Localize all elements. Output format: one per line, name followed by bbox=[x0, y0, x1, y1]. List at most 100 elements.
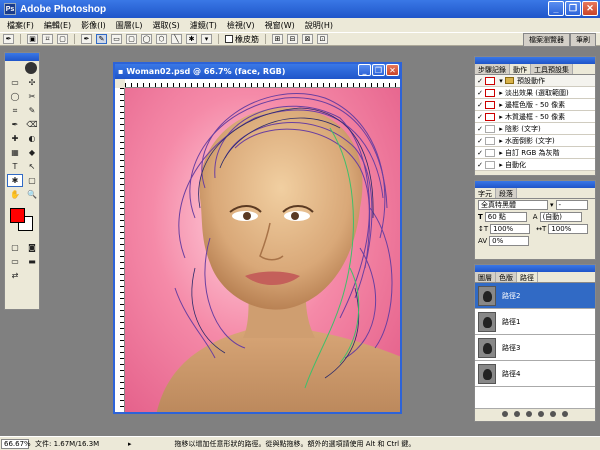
brush-tool-icon[interactable]: ✒ bbox=[7, 118, 23, 131]
jump-to-imageready-icon[interactable]: ⇄ bbox=[7, 269, 23, 282]
tab-channels[interactable]: 色版 bbox=[496, 272, 517, 282]
font-family-select[interactable]: 全真特黑體 bbox=[478, 200, 548, 210]
chevron-down-icon[interactable]: ▾ bbox=[201, 34, 212, 44]
checkbox-box[interactable] bbox=[225, 35, 233, 43]
paths-panel-header[interactable] bbox=[475, 265, 595, 272]
quick-mask-mode-icon[interactable]: ◙ bbox=[24, 241, 40, 254]
tab-actions[interactable]: 動作 bbox=[510, 64, 531, 74]
dialog-toggle-icon[interactable] bbox=[485, 160, 495, 169]
menu-select[interactable]: 選取(S) bbox=[147, 20, 184, 31]
action-row[interactable]: ✓ ▸ 淡出效果 (選取範圍) bbox=[475, 87, 595, 99]
document-minimize-button[interactable]: _ bbox=[358, 64, 371, 76]
menu-window[interactable]: 視窗(W) bbox=[260, 20, 300, 31]
standard-screen-mode-icon[interactable]: ▭ bbox=[7, 255, 23, 268]
exclude-path-area-icon[interactable]: ⊡ bbox=[317, 34, 328, 44]
shape-layers-icon[interactable]: ▣ bbox=[27, 34, 38, 44]
toggle-check-icon[interactable]: ✓ bbox=[475, 125, 485, 133]
dodge-tool-icon[interactable]: ◐ bbox=[24, 132, 40, 145]
foreground-color-swatch[interactable] bbox=[10, 208, 25, 223]
hand-tool-icon[interactable]: ✋ bbox=[7, 188, 23, 201]
menu-view[interactable]: 檢視(V) bbox=[222, 20, 260, 31]
marquee-tool-icon[interactable]: ▭ bbox=[7, 76, 23, 89]
toolbox-header[interactable] bbox=[5, 53, 39, 61]
toggle-check-icon[interactable]: ✓ bbox=[475, 113, 485, 121]
maximize-button[interactable]: ❐ bbox=[565, 1, 581, 16]
font-size-field[interactable]: 60 點 bbox=[484, 212, 527, 222]
menu-image[interactable]: 影像(I) bbox=[76, 20, 111, 31]
menu-filter[interactable]: 濾鏡(T) bbox=[185, 20, 222, 31]
toggle-check-icon[interactable]: ✓ bbox=[475, 77, 485, 85]
document-maximize-button[interactable]: ❐ bbox=[372, 64, 385, 76]
action-row[interactable]: ✓ ▸ 邊框色版 - 50 像素 bbox=[475, 99, 595, 111]
vertical-scale-field[interactable]: 100% bbox=[490, 224, 531, 234]
lasso-tool-icon[interactable]: ◯ bbox=[7, 90, 23, 103]
close-button[interactable]: ✕ bbox=[582, 1, 598, 16]
image-canvas[interactable] bbox=[125, 88, 400, 412]
horizontal-scale-field[interactable]: 100% bbox=[548, 224, 589, 234]
dialog-toggle-icon[interactable] bbox=[485, 76, 495, 85]
blur-tool-icon[interactable]: ◆ bbox=[24, 146, 40, 159]
expand-triangle-icon[interactable]: ▸ bbox=[497, 113, 505, 121]
tab-history[interactable]: 步驟記錄 bbox=[475, 64, 510, 74]
font-style-select[interactable]: - bbox=[555, 200, 588, 210]
tab-file-browser[interactable]: 檔案瀏覽器 bbox=[523, 33, 570, 47]
zoom-field[interactable]: 66.67% bbox=[1, 438, 31, 449]
menu-edit[interactable]: 編輯(E) bbox=[39, 20, 76, 31]
pen-tool-icon[interactable]: ✒ bbox=[81, 34, 92, 44]
healing-brush-tool-icon[interactable]: ✚ bbox=[7, 132, 23, 145]
standard-mode-icon[interactable]: ▢ bbox=[7, 241, 23, 254]
expand-triangle-icon[interactable]: ▸ bbox=[497, 89, 505, 97]
slice-tool-icon[interactable]: ✎ bbox=[24, 104, 40, 117]
menu-help[interactable]: 說明(H) bbox=[300, 20, 338, 31]
tracking-field[interactable]: 0% bbox=[489, 236, 530, 246]
crop-tool-icon[interactable]: ⌗ bbox=[7, 104, 23, 117]
new-path-icon[interactable] bbox=[550, 410, 556, 417]
document-close-button[interactable]: ✕ bbox=[386, 64, 399, 76]
menu-layer[interactable]: 圖層(L) bbox=[111, 20, 148, 31]
full-screen-mode-icon[interactable]: ▬ bbox=[24, 255, 40, 268]
path-selection-tool-icon[interactable]: ↖ bbox=[24, 160, 40, 173]
dialog-toggle-icon[interactable] bbox=[485, 100, 495, 109]
custom-shape-tool-icon[interactable]: ✱ bbox=[186, 34, 197, 44]
document-title-bar[interactable]: ▪ Woman02.psd @ 66.7% (face, RGB) _ ❐ ✕ bbox=[115, 64, 400, 79]
toggle-check-icon[interactable]: ✓ bbox=[475, 89, 485, 97]
expand-triangle-icon[interactable]: ▸ bbox=[497, 101, 505, 109]
eraser-tool-icon[interactable]: ⌫ bbox=[24, 118, 40, 131]
horizontal-ruler[interactable] bbox=[125, 79, 400, 88]
vertical-ruler[interactable] bbox=[115, 88, 125, 412]
action-row[interactable]: ✓ ▸ 木質邊框 - 50 像素 bbox=[475, 111, 595, 123]
dialog-toggle-icon[interactable] bbox=[485, 148, 495, 157]
rectangle-tool-icon[interactable]: ▭ bbox=[111, 34, 122, 44]
path-row[interactable]: 路徑2 bbox=[475, 283, 595, 309]
expand-triangle-icon[interactable]: ▸ bbox=[497, 149, 505, 157]
path-row[interactable]: 路徑4 bbox=[475, 361, 595, 387]
toggle-check-icon[interactable]: ✓ bbox=[475, 161, 485, 169]
dialog-toggle-icon[interactable] bbox=[485, 112, 495, 121]
actions-panel-header[interactable] bbox=[475, 57, 595, 64]
character-panel-header[interactable] bbox=[475, 181, 595, 188]
freeform-pen-preset-icon[interactable]: ✒ bbox=[3, 34, 14, 44]
expand-triangle-icon[interactable]: ▾ bbox=[497, 77, 505, 85]
action-row[interactable]: ✓ ▸ 自動化 bbox=[475, 159, 595, 171]
subtract-path-area-icon[interactable]: ⊟ bbox=[287, 34, 298, 44]
photoshop-eye-icon[interactable] bbox=[25, 62, 37, 74]
toggle-check-icon[interactable]: ✓ bbox=[475, 137, 485, 145]
paths-mode-icon[interactable]: ⌑ bbox=[42, 34, 53, 44]
toggle-check-icon[interactable]: ✓ bbox=[475, 101, 485, 109]
make-work-path-icon[interactable] bbox=[538, 410, 544, 417]
leading-field[interactable]: (自動) bbox=[539, 212, 582, 222]
tab-paragraph[interactable]: 段落 bbox=[496, 188, 517, 198]
path-row[interactable]: 路徑3 bbox=[475, 335, 595, 361]
expand-triangle-icon[interactable]: ▸ bbox=[497, 161, 505, 169]
dialog-toggle-icon[interactable] bbox=[485, 124, 495, 133]
polygon-tool-icon[interactable]: ⬡ bbox=[156, 34, 167, 44]
minimize-button[interactable]: _ bbox=[548, 1, 564, 16]
action-row[interactable]: ✓ ▸ 水面倒影 (文字) bbox=[475, 135, 595, 147]
rounded-rectangle-tool-icon[interactable]: ▢ bbox=[126, 34, 137, 44]
tab-paths[interactable]: 路徑 bbox=[517, 272, 538, 282]
rubber-band-checkbox[interactable]: 橡皮筋 bbox=[225, 34, 259, 45]
intersect-path-area-icon[interactable]: ⊠ bbox=[302, 34, 313, 44]
fill-pixels-icon[interactable]: ▢ bbox=[57, 34, 68, 44]
fill-path-icon[interactable] bbox=[502, 410, 508, 417]
path-row[interactable]: 路徑1 bbox=[475, 309, 595, 335]
